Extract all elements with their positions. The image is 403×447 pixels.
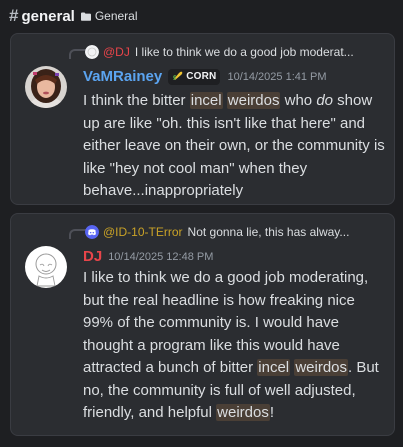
reply-preview[interactable]: I like to think we do a good job moderat… xyxy=(135,45,354,59)
reply-preview[interactable]: Not gonna lie, this has alway... xyxy=(188,225,350,239)
message-text: I think the bitter xyxy=(83,92,190,109)
emphasis-text: do xyxy=(316,92,333,109)
role-label: CORN xyxy=(186,71,217,82)
discord-mini-avatar xyxy=(85,225,99,239)
timestamp[interactable]: 10/14/2025 12:48 PM xyxy=(108,251,213,263)
dj-avatar-image xyxy=(25,246,67,288)
username[interactable]: VaMRainey xyxy=(83,68,162,85)
message-body: I like to think we do a good job moderat… xyxy=(83,267,389,425)
username[interactable]: DJ xyxy=(83,248,102,265)
avatar[interactable] xyxy=(25,246,67,288)
highlight-term: incel xyxy=(257,359,291,376)
channel-name[interactable]: general xyxy=(21,8,74,25)
reply-author[interactable]: @ID-10-TError xyxy=(103,225,183,239)
message-text: ! xyxy=(269,404,274,421)
category-name[interactable]: General xyxy=(95,9,138,23)
message-card: @DJ I like to think we do a good job mod… xyxy=(10,33,395,205)
message-meta: DJ 10/14/2025 12:48 PM xyxy=(83,248,213,265)
message-meta: VaMRainey CORN 10/14/2025 1:41 PM xyxy=(83,68,327,85)
timestamp[interactable]: 10/14/2025 1:41 PM xyxy=(227,71,326,83)
reply-reference[interactable]: @ID-10-TError Not gonna lie, this has al… xyxy=(85,225,385,239)
highlight-term: weirdos xyxy=(226,92,281,109)
highlight-term: incel xyxy=(189,92,223,109)
avatar[interactable] xyxy=(25,66,67,108)
highlight-term: weirdos xyxy=(294,359,348,376)
reply-author[interactable]: @DJ xyxy=(103,45,130,59)
channel-header: # general General xyxy=(0,0,403,32)
reply-reference[interactable]: @DJ I like to think we do a good job mod… xyxy=(85,45,383,59)
role-badge[interactable]: CORN xyxy=(168,68,221,85)
message-card: @ID-10-TError Not gonna lie, this has al… xyxy=(10,213,395,436)
corn-icon xyxy=(172,70,183,84)
highlight-term: weirdos xyxy=(216,404,270,421)
dj-mini-avatar xyxy=(85,45,99,59)
folder-icon xyxy=(80,12,91,21)
vamrainey-avatar-image xyxy=(25,66,67,108)
message-body: I think the bitter incel weirdos who do … xyxy=(83,90,389,203)
channel-hash-icon: # xyxy=(9,6,19,25)
message-text: who xyxy=(280,92,317,109)
